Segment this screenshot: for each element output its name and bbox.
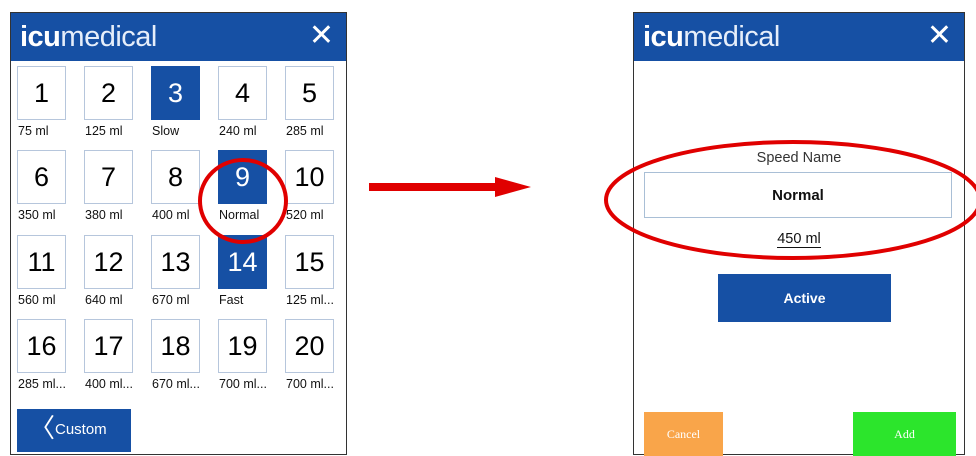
speed-tile-5[interactable]: 5 (285, 66, 334, 120)
speed-tile-label: 350 ml (18, 208, 56, 222)
speed-tile-12[interactable]: 12 (84, 235, 133, 289)
speed-tile-7[interactable]: 7 (84, 150, 133, 204)
speed-tile-1[interactable]: 1 (17, 66, 66, 120)
speed-tile-label: 560 ml (18, 293, 56, 307)
speed-tile-8[interactable]: 8 (151, 150, 200, 204)
speed-tile-18[interactable]: 18 (151, 319, 200, 373)
speed-tile-label: 640 ml (85, 293, 123, 307)
speed-name-input[interactable] (644, 172, 952, 218)
speed-tile-label: 520 ml (286, 208, 324, 222)
speed-tile-14[interactable]: 14 (218, 235, 267, 289)
speed-tile-label: 380 ml (85, 208, 123, 222)
add-button[interactable]: Add (853, 412, 956, 456)
speed-tile-10[interactable]: 10 (285, 150, 334, 204)
speed-tile-3[interactable]: 3 (151, 66, 200, 120)
speed-tile-11[interactable]: 11 (17, 235, 66, 289)
speed-selection-panel: icumedical ✕ 1 75 ml 2 125 ml 3 Slow 4 240 ml 5 2… (10, 12, 347, 455)
speed-tile-label: 700 ml... (219, 377, 267, 391)
speed-tile-label: 285 ml (286, 124, 324, 138)
speed-name-label: Speed Name (756, 150, 842, 166)
cancel-button[interactable]: Cancel (644, 412, 723, 456)
speed-tile-label: Fast (219, 293, 244, 307)
speed-tile-17[interactable]: 17 (84, 319, 133, 373)
arrow-right-icon (369, 177, 531, 197)
speed-tile-19[interactable]: 19 (218, 319, 267, 373)
speed-tile-15[interactable]: 15 (285, 235, 334, 289)
speed-tile-label: Slow (152, 124, 180, 138)
volume-value: 450 ml (777, 231, 821, 248)
speed-edit-panel: icumedical ✕ Speed Name 450 ml Active Ca… (633, 12, 965, 456)
active-button[interactable]: Active (718, 274, 891, 322)
speed-tile-2[interactable]: 2 (84, 66, 133, 120)
header-bar: icumedical ✕ (634, 13, 964, 61)
speed-tile-label: 400 ml... (85, 377, 133, 391)
speed-tile-label: 125 ml... (286, 293, 334, 307)
chevron-left-icon: 〈 (29, 414, 56, 444)
icu-medical-logo: icumedical (20, 21, 157, 53)
speed-tile-label: 125 ml (85, 124, 123, 138)
icu-medical-logo: icumedical (643, 21, 780, 53)
speed-tile-9[interactable]: 9 (218, 150, 267, 204)
speed-tile-label: 75 ml (18, 124, 49, 138)
close-icon[interactable]: ✕ (927, 19, 952, 53)
custom-button[interactable]: 〈 Custom (17, 409, 131, 452)
speed-tile-label: 285 ml... (18, 377, 66, 391)
speed-tile-13[interactable]: 13 (151, 235, 200, 289)
speed-tile-label: 700 ml... (286, 377, 334, 391)
speed-tile-label: 670 ml (152, 293, 190, 307)
close-icon[interactable]: ✕ (309, 19, 334, 53)
speed-tile-6[interactable]: 6 (17, 150, 66, 204)
header-bar: icumedical ✕ (11, 13, 346, 61)
speed-tile-16[interactable]: 16 (17, 319, 66, 373)
speed-tile-label: 670 ml... (152, 377, 200, 391)
speed-tile-label: 400 ml (152, 208, 190, 222)
speed-tile-4[interactable]: 4 (218, 66, 267, 120)
speed-tile-label: 240 ml (219, 124, 257, 138)
speed-tile-20[interactable]: 20 (285, 319, 334, 373)
custom-button-label: Custom (55, 421, 107, 438)
speed-tile-label: Normal (219, 208, 260, 222)
